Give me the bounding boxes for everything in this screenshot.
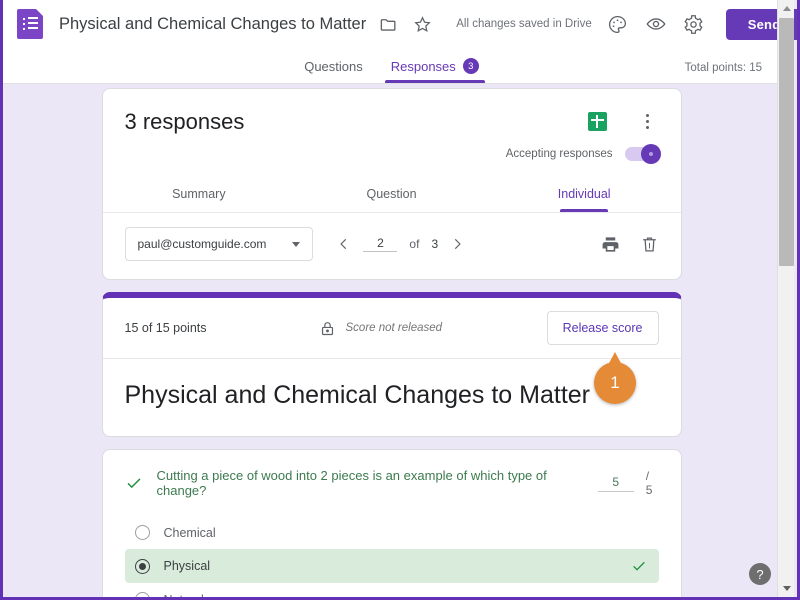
question-text: Cutting a piece of wood into 2 pieces is…	[156, 468, 547, 498]
lock-icon	[319, 320, 336, 337]
tab-questions-label: Questions	[304, 59, 363, 74]
page-of-label: of	[409, 237, 420, 251]
sub-tab-summary[interactable]: Summary	[103, 177, 296, 212]
score-card: 15 of 15 points Score not released Relea…	[101, 292, 682, 437]
sub-tab-individual[interactable]: Individual	[488, 177, 681, 212]
page-total-label: 3	[431, 237, 439, 251]
release-score-button[interactable]: Release score	[546, 311, 659, 345]
response-pager: 2 of 3	[337, 236, 464, 252]
score-not-released-text: Score not released	[345, 322, 443, 334]
sub-tab-question[interactable]: Question	[295, 177, 488, 212]
question-header-row: Cutting a piece of wood into 2 pieces is…	[125, 468, 659, 498]
form-title-heading: Physical and Chemical Changes to Matter	[124, 381, 591, 409]
answer-option-label: Natural	[164, 593, 204, 598]
tab-responses-label: Responses	[390, 58, 456, 74]
folder-move-icon[interactable]	[376, 12, 400, 36]
step-callout-number: 1	[610, 373, 620, 392]
google-sheets-icon[interactable]	[587, 111, 607, 131]
trash-delete-icon[interactable]	[640, 235, 659, 254]
gear-settings-icon[interactable]	[682, 12, 706, 36]
question-card: Cutting a piece of wood into 2 pieces is…	[101, 449, 682, 597]
answer-option-label: Physical	[163, 559, 211, 573]
tab-responses[interactable]: Responses 3	[377, 58, 493, 83]
accepting-responses-toggle[interactable]	[624, 144, 661, 164]
responses-card: 3 responses Accepting responses Summary …	[101, 88, 682, 280]
browser-window: Physical and Chemical Changes to Matter …	[0, 0, 800, 600]
answer-option-label: Chemical	[163, 525, 216, 540]
scroll-up-arrow-icon[interactable]	[778, 0, 795, 17]
answer-option-natural[interactable]: Natural	[125, 583, 659, 597]
responses-sub-tabs: Summary Question Individual	[102, 177, 681, 213]
question-awarded-input[interactable]: 5	[597, 475, 634, 492]
score-row: 15 of 15 points Score not released Relea…	[102, 298, 681, 359]
answer-option-physical[interactable]: Physical	[124, 549, 659, 583]
sub-tab-summary-label: Summary	[172, 187, 226, 201]
chevron-down-icon	[292, 241, 301, 247]
check-mark-icon	[125, 474, 143, 492]
total-points-label: Total points: 15	[684, 62, 762, 74]
correct-check-icon	[631, 558, 647, 574]
sub-tab-individual-label: Individual	[557, 187, 611, 201]
respondent-email-value: paul@customguide.com	[137, 237, 267, 251]
radio-icon	[134, 592, 150, 597]
help-icon: ?	[756, 566, 764, 582]
vertical-scrollbar[interactable]	[777, 0, 794, 597]
radio-selected-icon	[134, 558, 150, 574]
responses-count-badge: 3	[462, 58, 479, 74]
answer-options: Chemical Physical Natural	[124, 516, 659, 597]
question-score: 5 / 5	[597, 469, 659, 497]
form-title-row: Physical and Chemical Changes to Matter	[103, 359, 681, 436]
responses-count-title: 3 responses	[124, 109, 245, 134]
respondent-email-select[interactable]: paul@customguide.com	[124, 227, 314, 261]
scrollbar-thumb[interactable]	[779, 18, 794, 266]
radio-icon	[134, 525, 150, 540]
chevron-left-icon[interactable]	[337, 237, 351, 251]
form-nav-tabs: Questions Responses 3 Total points: 15	[3, 48, 780, 84]
palette-icon[interactable]	[606, 12, 630, 36]
header-actions: Send	[592, 8, 797, 40]
sub-tab-question-label: Question	[366, 187, 417, 201]
tab-questions[interactable]: Questions	[290, 59, 377, 83]
app-header: Physical and Chemical Changes to Matter …	[3, 0, 797, 48]
scroll-down-arrow-icon[interactable]	[778, 580, 795, 597]
responses-card-header: 3 responses	[103, 89, 681, 135]
document-title[interactable]: Physical and Chemical Changes to Matter	[59, 15, 366, 34]
responses-more-icon[interactable]	[637, 109, 659, 133]
respondent-picker-row: paul@customguide.com 2 of 3	[103, 213, 681, 279]
google-forms-icon	[17, 9, 43, 39]
printer-icon[interactable]	[601, 235, 620, 254]
question-denominator: / 5	[645, 469, 653, 497]
step-callout-badge: 1	[594, 362, 636, 404]
answer-option-chemical[interactable]: Chemical	[125, 516, 659, 549]
star-icon[interactable]	[410, 12, 434, 36]
accepting-responses-row: Accepting responses	[103, 135, 681, 164]
responses-content: 3 responses Accepting responses Summary …	[3, 85, 780, 597]
chevron-right-icon[interactable]	[450, 237, 464, 251]
score-points-text: 15 of 15 points	[124, 321, 207, 335]
help-button[interactable]: ?	[749, 563, 771, 585]
page-current-input[interactable]: 2	[363, 236, 398, 252]
save-status-text: All changes saved in Drive	[456, 18, 592, 30]
accepting-responses-label: Accepting responses	[505, 148, 613, 160]
eye-preview-icon[interactable]	[644, 12, 668, 36]
